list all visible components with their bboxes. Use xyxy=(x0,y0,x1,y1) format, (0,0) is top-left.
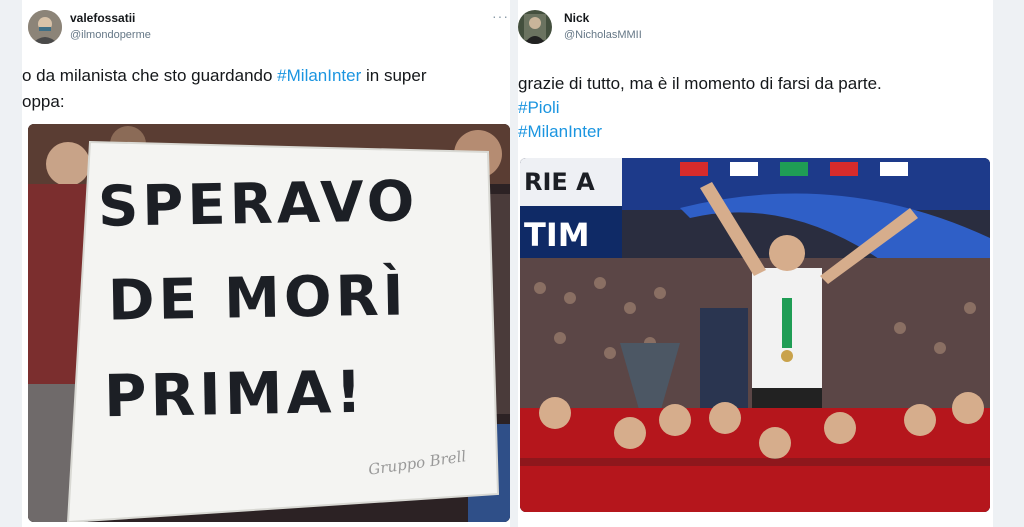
user-handle[interactable]: @ilmondoperme xyxy=(70,29,151,41)
tweet-text: o da milanista che sto guardando #MilanI… xyxy=(22,64,426,88)
ad-board-text-1: RIE A xyxy=(524,168,595,196)
tweet-text-part: o da milanista che sto guardando xyxy=(22,66,278,85)
user-handle[interactable]: @NicholasMMII xyxy=(564,29,642,41)
tweet-text-line-2: oppa: xyxy=(22,92,65,111)
tim-logo-text: TIM xyxy=(524,216,590,254)
avatar-photo xyxy=(28,10,62,44)
banner-text-line-3: PRIMA! xyxy=(103,357,367,431)
right-margin xyxy=(993,0,1024,527)
banner-text-line-1: SPERAVO xyxy=(97,169,419,240)
user-name[interactable]: Nick xyxy=(564,11,589,25)
hashtag-link[interactable]: #Pioli xyxy=(518,96,560,120)
avatar[interactable] xyxy=(518,10,552,44)
tweet-text-part: in super xyxy=(361,66,427,85)
left-margin xyxy=(0,0,22,527)
tweet-photo[interactable]: RIE A TIM xyxy=(520,158,990,512)
tweet-photo[interactable]: SPERAVO DE MORÌ PRIMA! Gruppo Brell xyxy=(28,124,510,522)
column-divider xyxy=(510,0,518,527)
avatar-photo xyxy=(518,10,552,44)
banner-text-line-2: DE MORÌ xyxy=(107,263,409,334)
tweet-card-2[interactable]: Nick @NicholasMMII grazie di tutto, ma è… xyxy=(518,0,993,527)
avatar[interactable] xyxy=(28,10,62,44)
tweet-text: grazie di tutto, ma è il momento di fars… xyxy=(518,74,882,93)
user-name[interactable]: valefossatii xyxy=(70,11,135,25)
hashtag-link[interactable]: #MilanInter xyxy=(518,120,602,144)
hashtag-link[interactable]: #MilanInter xyxy=(277,66,361,85)
more-options-icon[interactable]: ··· xyxy=(492,8,509,24)
tweet-card-1[interactable]: valefossatii @ilmondoperme ··· o da mila… xyxy=(22,0,510,527)
ad-board-text-2: TIM xyxy=(524,216,590,254)
